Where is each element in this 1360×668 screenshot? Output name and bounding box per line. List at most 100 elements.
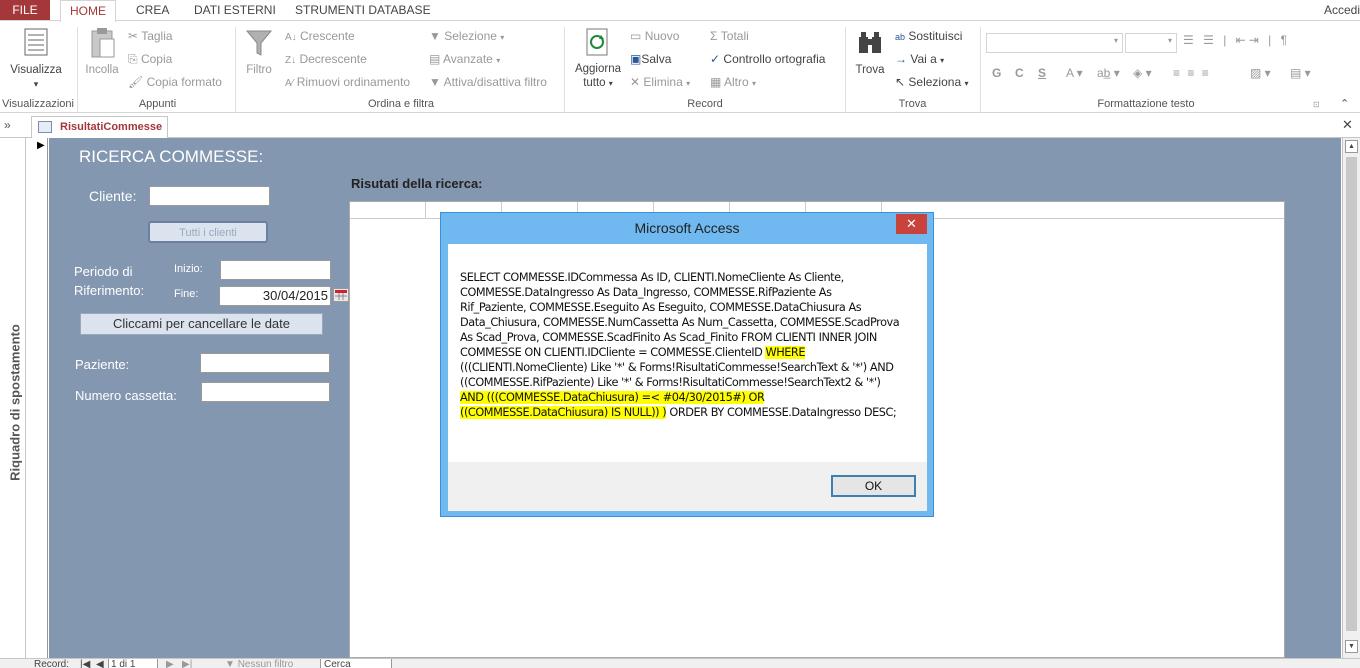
- save-icon: ▣: [630, 52, 642, 66]
- paste-icon: [91, 28, 115, 58]
- fine-date-input[interactable]: 30/04/2015: [219, 286, 331, 306]
- tab-dati-esterni[interactable]: DATI ESTERNI: [185, 0, 285, 20]
- tab-home[interactable]: HOME: [60, 0, 116, 22]
- tab-risultati-commesse[interactable]: RisultatiCommesse: [31, 116, 168, 138]
- numero-cassetta-input[interactable]: [201, 382, 330, 402]
- underline-button[interactable]: S: [1038, 66, 1046, 80]
- totali-button[interactable]: Σ Totali: [710, 29, 749, 43]
- incolla-button[interactable]: Incolla: [82, 25, 122, 85]
- outdent-icon: ⇥: [1248, 33, 1262, 47]
- dropdown-arrow-icon: ▾: [608, 79, 613, 88]
- rimuovi-ordinamento-button[interactable]: A⁄ Rimuovi ordinamento: [285, 75, 410, 89]
- cancella-date-button[interactable]: Cliccami per cancellare le date: [80, 313, 323, 335]
- fill-color-button[interactable]: ◈ ▾: [1133, 66, 1152, 80]
- taglia-button[interactable]: ✂ Taglia: [128, 29, 173, 43]
- tab-strumenti-database[interactable]: STRUMENTI DATABASE: [286, 0, 440, 20]
- record-selector[interactable]: ▶: [27, 138, 48, 658]
- document-tab-bar: » ✕: [0, 114, 1360, 138]
- crescente-button[interactable]: A↓ Crescente: [285, 29, 355, 43]
- ribbon: Visualizza ▾ Visualizzazioni Incolla ✂ T…: [0, 20, 1360, 113]
- navigation-pane-label: Riquadro di spostamento: [7, 324, 23, 481]
- alternate-fill-button[interactable]: ▨ ▾: [1250, 66, 1271, 80]
- sql-text-part1: SELECT COMMESSE.IDCommessa As ID, CLIENT…: [460, 271, 900, 359]
- dropdown-arrow-icon: ▾: [496, 56, 501, 65]
- tutti-clienti-button[interactable]: Tutti i clienti: [148, 221, 268, 243]
- selezione-button[interactable]: ▼ Selezione ▾: [429, 29, 504, 43]
- dropdown-arrow-icon: ▾: [500, 33, 505, 42]
- gridlines-button[interactable]: ▤ ▾: [1290, 66, 1311, 80]
- sql-where-highlight: WHERE: [765, 346, 806, 359]
- vertical-scrollbar[interactable]: ▲ ▼: [1342, 138, 1360, 658]
- scroll-thumb[interactable]: [1346, 157, 1357, 631]
- elimina-button[interactable]: ✕ Elimina ▾: [630, 75, 690, 89]
- gridlines-icon: ▤: [1290, 66, 1302, 80]
- results-label: Risutati della ricerca:: [351, 176, 483, 191]
- prev-record-icon[interactable]: ◀: [96, 659, 104, 668]
- align-buttons[interactable]: ≡ ≡ ≡: [1173, 66, 1211, 80]
- dialog-title: Microsoft Access: [634, 220, 740, 236]
- dropdown-arrow-icon: ▾: [33, 79, 39, 89]
- font-color-button[interactable]: A ▾: [1066, 66, 1083, 80]
- sostituisci-button[interactable]: ab Sostituisci: [895, 29, 962, 43]
- paziente-label: Paziente:: [75, 357, 130, 372]
- nuovo-button[interactable]: ▭ Nuovo: [630, 29, 679, 43]
- tab-file[interactable]: FILE: [0, 0, 50, 20]
- collapse-ribbon-icon[interactable]: ⌃: [1340, 97, 1349, 110]
- alternate-row-icon: ▨: [1250, 66, 1262, 80]
- calendar-icon[interactable]: [333, 288, 349, 302]
- close-document-icon[interactable]: ✕: [1342, 117, 1353, 133]
- cliente-label: Cliente:: [89, 188, 137, 204]
- seleziona-button[interactable]: ↖ Seleziona ▾: [895, 75, 968, 89]
- aggiorna-tutto-button[interactable]: Aggiorna tutto ▾: [570, 25, 626, 95]
- last-record-icon[interactable]: ▶|: [182, 659, 192, 668]
- dialog-launcher-icon[interactable]: ⊡: [1313, 100, 1320, 109]
- salva-button[interactable]: ▣Salva: [630, 52, 671, 66]
- tab-crea[interactable]: CREA: [127, 0, 178, 20]
- inizio-date-input[interactable]: [220, 260, 331, 280]
- controllo-ortografia-button[interactable]: ✓ Controllo ortografia: [710, 52, 825, 66]
- scroll-down-icon[interactable]: ▼: [1345, 640, 1358, 653]
- advanced-filter-icon: ▤: [429, 52, 441, 66]
- new-record-icon: ▭: [630, 29, 642, 43]
- bold-button[interactable]: G: [992, 66, 1001, 80]
- copia-formato-button[interactable]: 🖌 Copia formato: [128, 75, 222, 89]
- decrescente-button[interactable]: Z↓ Decrescente: [285, 52, 367, 66]
- expand-nav-icon[interactable]: »: [4, 118, 11, 132]
- altro-button[interactable]: ▦ Altro ▾: [710, 75, 756, 89]
- align-right-icon: ≡: [1201, 66, 1211, 80]
- close-icon[interactable]: ✕: [896, 214, 927, 234]
- highlight-button[interactable]: ab̲ ▾: [1097, 66, 1120, 80]
- ok-button[interactable]: OK: [831, 475, 916, 497]
- next-record-icon[interactable]: ▶: [166, 659, 174, 668]
- filtro-label: Filtro: [246, 64, 272, 76]
- vai-a-button[interactable]: → Vai a ▾: [895, 52, 944, 66]
- italic-button[interactable]: C: [1015, 66, 1024, 80]
- paragraph-icon: ¶: [1280, 33, 1291, 47]
- attiva-filtro-label: Attiva/disattiva filtro: [443, 75, 547, 89]
- delete-icon: ✕: [630, 75, 641, 89]
- paziente-input[interactable]: [200, 353, 330, 373]
- attiva-filtro-button[interactable]: ▼ Attiva/disattiva filtro: [429, 75, 547, 89]
- form-title: RICERCA COMMESSE:: [79, 147, 264, 166]
- arrow-right-icon: →: [895, 52, 907, 66]
- no-filter-indicator[interactable]: ▼ Nessun filtro: [225, 659, 293, 668]
- scroll-up-icon[interactable]: ▲: [1345, 140, 1358, 153]
- list-buttons[interactable]: ☰ ☰ | ⇤⇥ | ¶: [1183, 33, 1290, 47]
- trova-button[interactable]: Trova: [851, 25, 889, 85]
- record-navigation-bar: Record: |◀ ◀ 1 di 1 ▶ ▶| ▼ Nessun filtro…: [0, 658, 1360, 668]
- binoculars-icon: [859, 32, 881, 53]
- visualizza-button[interactable]: Visualizza ▾: [6, 25, 66, 89]
- copia-button[interactable]: ⎘ Copia: [128, 52, 172, 67]
- first-record-icon[interactable]: |◀: [80, 659, 90, 668]
- font-size-combo[interactable]: ▾: [1125, 33, 1177, 53]
- copy-icon: ⎘: [128, 52, 138, 66]
- search-input[interactable]: Cerca: [320, 659, 392, 668]
- record-position-input[interactable]: 1 di 1: [108, 659, 158, 668]
- font-name-combo[interactable]: ▾: [986, 33, 1123, 53]
- filtro-button[interactable]: Filtro: [242, 25, 276, 85]
- controllo-label: Controllo ortografia: [723, 52, 826, 66]
- avanzate-button[interactable]: ▤ Avanzate ▾: [429, 52, 500, 66]
- doc-tab-label: RisultatiCommesse: [60, 121, 163, 133]
- sign-in-link[interactable]: Accedi: [1324, 0, 1360, 20]
- cliente-input[interactable]: [149, 186, 270, 206]
